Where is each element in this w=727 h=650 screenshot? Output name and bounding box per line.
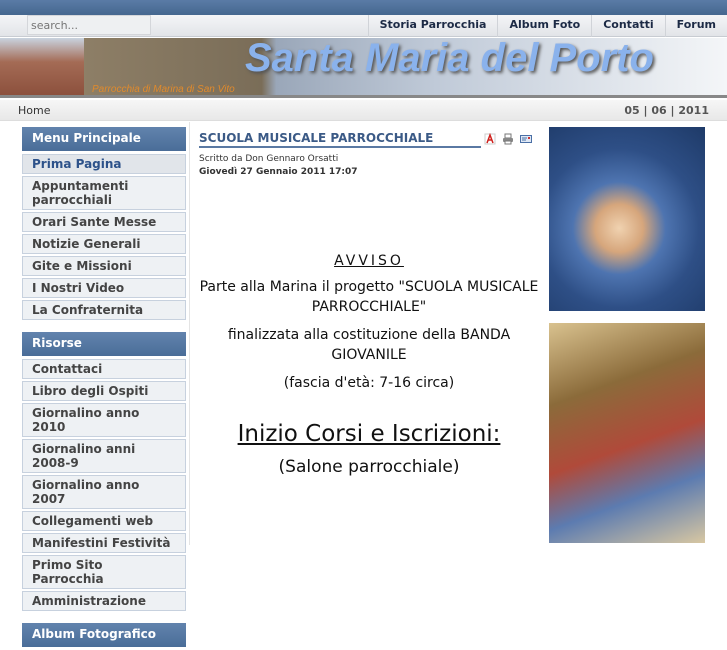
right-column [549,127,705,543]
sidebar-item-orari[interactable]: Orari Sante Messe [22,212,186,232]
sidebar-item-confraternita[interactable]: La Confraternita [22,300,186,320]
banner-subtitle: Parrocchia di Marina di San Vito [92,84,235,95]
risorse-header: Risorse [22,332,186,356]
breadcrumb-home[interactable]: Home [18,104,50,117]
paragraph: (Salone parrocchiale) [278,457,460,477]
divider [189,122,190,545]
site-banner: Santa Maria del Porto Parrocchia di Mari… [0,38,727,98]
paragraph: (fascia d'età: 7-16 circa) [283,375,455,391]
courses-heading: Inizio Corsi e Iscrizioni: [237,421,501,447]
menu-forum[interactable]: Forum [664,15,727,37]
top-bar [0,0,727,15]
print-icon[interactable] [502,133,514,145]
via-crucis-image [549,323,705,543]
article-date: Giovedì 27 Gennaio 2011 17:07 [199,167,358,177]
madonna-image [549,127,705,311]
sidebar-item-libro-ospiti[interactable]: Libro degli Ospiti [22,381,186,401]
nav-bar: Storia Parrocchia Album Foto Contatti Fo… [0,15,727,37]
sidebar-item-notizie[interactable]: Notizie Generali [22,234,186,254]
pdf-icon[interactable] [484,133,496,145]
breadcrumb-bar: Home 05 | 06 | 2011 [0,100,727,121]
avviso-heading: AVVISO [334,253,404,269]
sidebar-item-contattaci[interactable]: Contattaci [22,359,186,379]
sidebar-item-prima-pagina[interactable]: Prima Pagina [22,154,186,174]
sidebar-item-appuntamenti[interactable]: Appuntamenti parrocchiali [22,176,186,210]
paragraph: Parte alla Marina il progetto "SCUOLA MU… [199,279,539,315]
sidebar-item-giornalino-2007[interactable]: Giornalino anno 2007 [22,475,186,509]
church-image [0,38,84,95]
article: SCUOLA MUSICALE PARROCCHIALE Scritto da … [199,131,539,477]
article-title[interactable]: SCUOLA MUSICALE PARROCCHIALE [199,131,481,148]
sidebar-item-gite[interactable]: Gite e Missioni [22,256,186,276]
email-icon[interactable] [520,133,532,145]
sidebar-item-video[interactable]: I Nostri Video [22,278,186,298]
sidebar-item-manifestini[interactable]: Manifestini Festività [22,533,186,553]
article-author: Scritto da Don Gennaro Orsatti [199,154,339,164]
sidebar-item-giornalino-2008-9[interactable]: Giornalino anni 2008-9 [22,439,186,473]
banner-title: Santa Maria del Porto [245,38,654,80]
sidebar-item-primo-sito[interactable]: Primo Sito Parrocchia [22,555,186,589]
left-sidebar: Menu Principale Prima Pagina Appuntament… [22,127,186,650]
current-date: 05 | 06 | 2011 [624,104,709,117]
paragraph: finalizzata alla costituzione della BAND… [227,327,511,363]
menu-principale-header: Menu Principale [22,127,186,151]
album-header: Album Fotografico [22,623,186,647]
menu-storia-parrocchia[interactable]: Storia Parrocchia [367,15,498,37]
menu-contatti[interactable]: Contatti [591,15,664,37]
menu-album-foto[interactable]: Album Foto [497,15,591,37]
sidebar-item-giornalino-2010[interactable]: Giornalino anno 2010 [22,403,186,437]
sidebar-item-collegamenti[interactable]: Collegamenti web [22,511,186,531]
search-input[interactable] [27,15,151,35]
sidebar-item-amministrazione[interactable]: Amministrazione [22,591,186,611]
top-menu: Storia Parrocchia Album Foto Contatti Fo… [367,15,727,37]
